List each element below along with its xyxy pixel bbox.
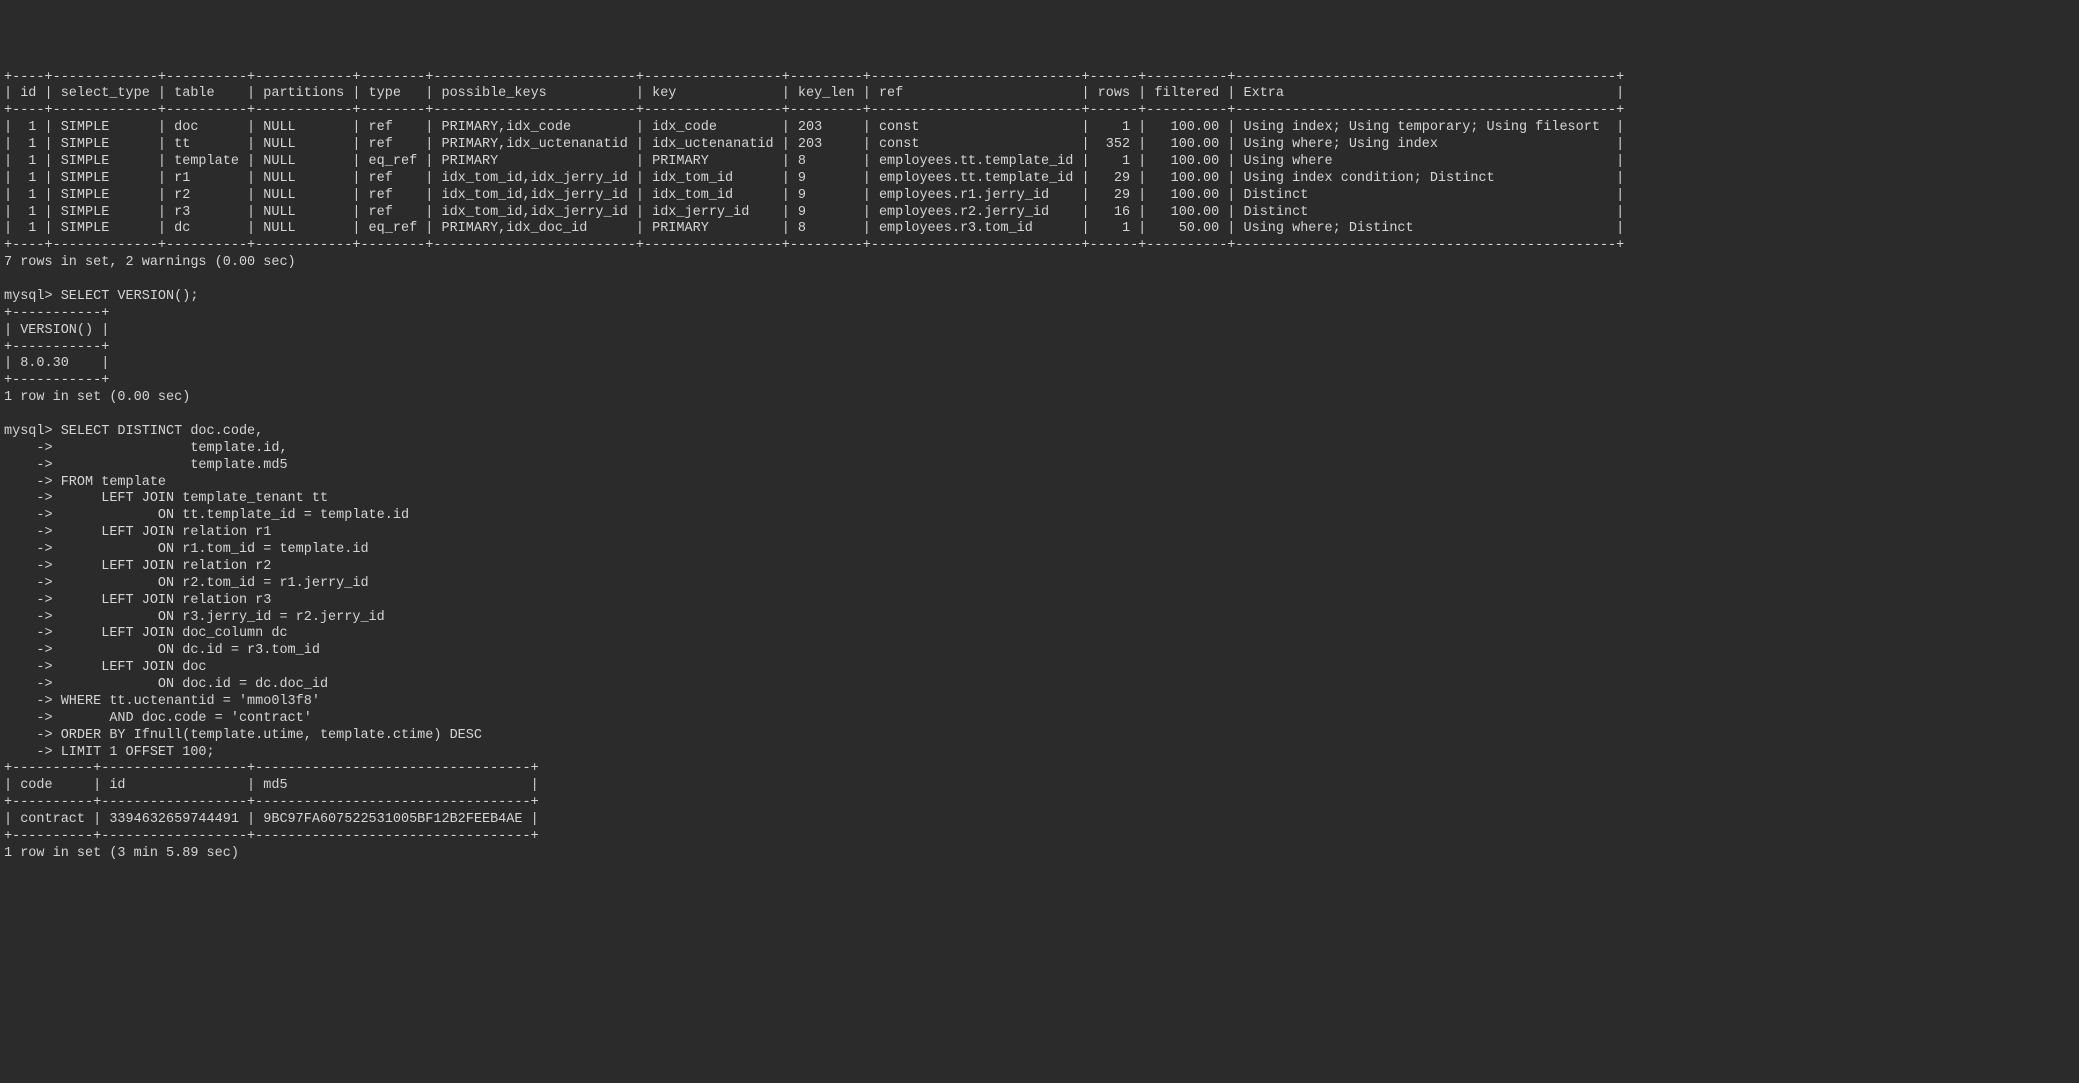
query-line-19: -> LIMIT 1 OFFSET 100; bbox=[4, 745, 215, 760]
query-line-18: -> ORDER BY Ifnull(template.utime, templ… bbox=[4, 728, 482, 743]
result-border-top: +----------+------------------+---------… bbox=[4, 761, 539, 776]
explain-row-1: | 1 | SIMPLE | tt | NULL | ref | PRIMARY… bbox=[4, 137, 1624, 152]
result-border-bot: +----------+------------------+---------… bbox=[4, 829, 539, 844]
explain-header-row: | id | select_type | table | partitions … bbox=[4, 86, 1624, 101]
explain-row-4: | 1 | SIMPLE | r2 | NULL | ref | idx_tom… bbox=[4, 188, 1624, 203]
query-line-5: -> ON tt.template_id = template.id bbox=[4, 508, 409, 523]
version-prompt: mysql> SELECT VERSION(); bbox=[4, 289, 198, 304]
result-footer: 1 row in set (3 min 5.89 sec) bbox=[4, 846, 239, 861]
query-line-8: -> LEFT JOIN relation r2 bbox=[4, 559, 271, 574]
explain-row-3: | 1 | SIMPLE | r1 | NULL | ref | idx_tom… bbox=[4, 171, 1624, 186]
query-line-14: -> LEFT JOIN doc bbox=[4, 660, 207, 675]
result-row: | contract | 3394632659744491 | 9BC97FA6… bbox=[4, 812, 539, 827]
version-value: | 8.0.30 | bbox=[4, 356, 109, 371]
query-line-11: -> ON r3.jerry_id = r2.jerry_id bbox=[4, 610, 385, 625]
version-border-bot: +-----------+ bbox=[4, 373, 109, 388]
result-border-mid: +----------+------------------+---------… bbox=[4, 795, 539, 810]
query-line-12: -> LEFT JOIN doc_column dc bbox=[4, 626, 288, 641]
explain-row-0: | 1 | SIMPLE | doc | NULL | ref | PRIMAR… bbox=[4, 120, 1624, 135]
result-header: | code | id | md5 | bbox=[4, 778, 539, 793]
explain-row-5: | 1 | SIMPLE | r3 | NULL | ref | idx_tom… bbox=[4, 205, 1624, 220]
explain-row-6: | 1 | SIMPLE | dc | NULL | eq_ref | PRIM… bbox=[4, 221, 1624, 236]
query-line-1: -> template.id, bbox=[4, 441, 288, 456]
terminal-output: +----+-------------+----------+---------… bbox=[4, 70, 2075, 863]
query-line-6: -> LEFT JOIN relation r1 bbox=[4, 525, 271, 540]
query-line-0: mysql> SELECT DISTINCT doc.code, bbox=[4, 424, 263, 439]
version-header: | VERSION() | bbox=[4, 323, 109, 338]
query-line-16: -> WHERE tt.uctenantid = 'mmo0l3f8' bbox=[4, 694, 320, 709]
explain-border-top: +----+-------------+----------+---------… bbox=[4, 70, 1624, 85]
explain-border-mid: +----+-------------+----------+---------… bbox=[4, 103, 1624, 118]
explain-footer: 7 rows in set, 2 warnings (0.00 sec) bbox=[4, 255, 296, 270]
explain-border-bot: +----+-------------+----------+---------… bbox=[4, 238, 1624, 253]
query-line-15: -> ON doc.id = dc.doc_id bbox=[4, 677, 328, 692]
version-border-mid: +-----------+ bbox=[4, 340, 109, 355]
explain-row-2: | 1 | SIMPLE | template | NULL | eq_ref … bbox=[4, 154, 1624, 169]
query-line-2: -> template.md5 bbox=[4, 458, 288, 473]
query-line-10: -> LEFT JOIN relation r3 bbox=[4, 593, 271, 608]
version-footer: 1 row in set (0.00 sec) bbox=[4, 390, 190, 405]
query-line-13: -> ON dc.id = r3.tom_id bbox=[4, 643, 320, 658]
query-line-3: -> FROM template bbox=[4, 475, 166, 490]
query-line-4: -> LEFT JOIN template_tenant tt bbox=[4, 491, 328, 506]
query-line-9: -> ON r2.tom_id = r1.jerry_id bbox=[4, 576, 369, 591]
query-line-17: -> AND doc.code = 'contract' bbox=[4, 711, 312, 726]
query-line-7: -> ON r1.tom_id = template.id bbox=[4, 542, 369, 557]
version-border-top: +-----------+ bbox=[4, 306, 109, 321]
